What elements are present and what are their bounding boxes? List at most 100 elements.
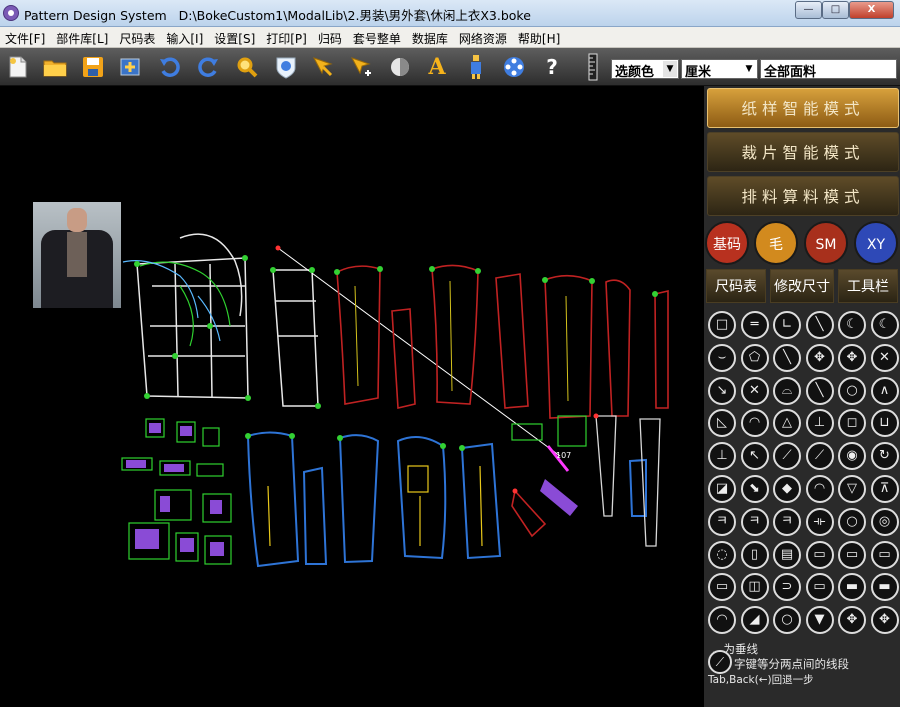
tool-button-56-icon[interactable]: ◢ xyxy=(740,606,769,635)
tool-button-47-icon[interactable]: ▭ xyxy=(838,540,866,569)
tab-toolbox[interactable]: 工具栏 xyxy=(838,269,898,303)
tool-button-59-icon[interactable]: ✥ xyxy=(838,606,866,635)
tool-button-1-icon[interactable]: □ xyxy=(708,311,736,339)
marker-calc-mode-button[interactable]: 排料算料模式 xyxy=(707,176,899,216)
open-folder-icon[interactable] xyxy=(42,54,68,80)
tool-button-14-icon[interactable]: ✕ xyxy=(740,376,769,405)
pattern-smart-mode-button[interactable]: 纸样智能模式 xyxy=(707,88,899,128)
pattern-canvas[interactable]: 107 xyxy=(0,86,703,707)
base-size-button[interactable]: 基码 xyxy=(705,221,749,265)
tool-button-20-icon[interactable]: ◠ xyxy=(740,409,769,438)
select-icon[interactable] xyxy=(348,54,374,80)
tool-button-46-icon[interactable]: ▭ xyxy=(805,540,834,569)
tool-button-25-icon[interactable]: ⊥ xyxy=(708,442,736,471)
tool-button-23-icon[interactable]: ◻ xyxy=(838,409,866,438)
unit-select[interactable]: 厘米 ▼ xyxy=(681,59,758,80)
tool-button-31-icon[interactable]: ◪ xyxy=(708,475,736,503)
tool-button-9-icon[interactable]: ╲ xyxy=(773,343,801,372)
tab-modify-size[interactable]: 修改尺寸 xyxy=(770,269,834,303)
tool-button-24-icon[interactable]: ⊔ xyxy=(870,409,899,438)
tool-button-58-icon[interactable]: ▼ xyxy=(805,606,834,635)
tool-button-49-icon[interactable]: ▭ xyxy=(708,573,736,602)
tool-button-11-icon[interactable]: ✥ xyxy=(838,343,866,372)
tool-button-41-icon[interactable]: ○ xyxy=(838,507,866,536)
close-button[interactable]: X xyxy=(849,1,894,19)
new-file-icon[interactable] xyxy=(5,54,31,80)
text-icon[interactable]: A xyxy=(424,54,450,80)
menu-help[interactable]: 帮助[H] xyxy=(513,27,566,47)
tool-button-19-icon[interactable]: ◺ xyxy=(708,409,736,438)
sm-button[interactable]: SM xyxy=(804,221,848,265)
shield-icon[interactable] xyxy=(273,54,299,80)
tool-button-4-icon[interactable]: ╲ xyxy=(805,311,834,339)
undo-icon[interactable] xyxy=(157,54,183,80)
tool-button-52-icon[interactable]: ▭ xyxy=(805,573,834,602)
xy-button[interactable]: XY xyxy=(854,221,898,265)
tool-button-34-icon[interactable]: ◠ xyxy=(805,475,834,503)
menu-settings[interactable]: 设置[S] xyxy=(209,27,261,47)
tool-button-54-icon[interactable]: ▬ xyxy=(870,573,899,602)
tool-button-5-icon[interactable]: ☾ xyxy=(838,311,866,339)
save-icon[interactable] xyxy=(80,54,106,80)
tool-button-26-icon[interactable]: ↖ xyxy=(740,442,769,471)
tool-button-29-icon[interactable]: ◉ xyxy=(838,442,866,471)
tool-button-40-icon[interactable]: ⟛ xyxy=(805,507,834,536)
tool-button-36-icon[interactable]: ⊼ xyxy=(870,475,899,503)
tool-button-10-icon[interactable]: ✥ xyxy=(805,343,834,372)
fabric-select[interactable]: 全部面料 xyxy=(760,59,897,80)
menu-file[interactable]: 文件[F] xyxy=(0,27,51,47)
color-select[interactable]: 选颜色 ▼ xyxy=(611,59,679,80)
minimize-button[interactable]: — xyxy=(795,1,822,19)
tool-button-8-icon[interactable]: ⬠ xyxy=(740,343,769,372)
tool-button-57-icon[interactable]: ○ xyxy=(773,606,801,635)
tool-button-21-icon[interactable]: △ xyxy=(773,409,801,438)
pointer-icon[interactable] xyxy=(310,54,336,80)
reel-icon[interactable] xyxy=(501,54,527,80)
tool-button-18-icon[interactable]: ∧ xyxy=(870,376,899,405)
tool-button-42-icon[interactable]: ◎ xyxy=(870,507,899,536)
menu-grading[interactable]: 归码 xyxy=(313,27,348,47)
maximize-button[interactable]: □ xyxy=(822,1,849,19)
tool-button-2-icon[interactable]: ═ xyxy=(740,311,769,339)
tool-button-13-icon[interactable]: ↘ xyxy=(708,376,736,405)
figure-icon[interactable] xyxy=(463,54,489,80)
tool-button-53-icon[interactable]: ▬ xyxy=(838,573,866,602)
line-tool-icon[interactable]: ⟋ xyxy=(708,650,732,674)
tool-button-37-icon[interactable]: ㅋ xyxy=(708,507,736,536)
tool-button-60-icon[interactable]: ✥ xyxy=(870,606,899,635)
tool-button-30-icon[interactable]: ↻ xyxy=(870,442,899,471)
tool-button-45-icon[interactable]: ▤ xyxy=(773,540,801,569)
tool-button-35-icon[interactable]: ▽ xyxy=(838,475,866,503)
tool-button-55-icon[interactable]: ◠ xyxy=(708,606,736,635)
seam-allowance-button[interactable]: 毛 xyxy=(754,221,798,265)
ruler-icon[interactable] xyxy=(580,53,606,81)
tool-button-32-icon[interactable]: ⬊ xyxy=(740,475,769,503)
add-piece-icon[interactable] xyxy=(118,54,144,80)
zoom-icon[interactable] xyxy=(234,54,260,80)
tool-button-33-icon[interactable]: ◆ xyxy=(773,475,801,503)
symmetry-icon[interactable] xyxy=(387,54,413,80)
tool-button-39-icon[interactable]: ㅋ xyxy=(773,507,801,536)
tool-button-12-icon[interactable]: ✕ xyxy=(870,343,899,372)
tool-button-22-icon[interactable]: ⊥ xyxy=(805,409,834,438)
redo-icon[interactable] xyxy=(195,54,221,80)
menu-network[interactable]: 网络资源 xyxy=(454,27,513,47)
tool-button-43-icon[interactable]: ◌ xyxy=(708,540,736,569)
tool-button-38-icon[interactable]: ㅋ xyxy=(740,507,769,536)
tool-button-44-icon[interactable]: ▯ xyxy=(740,540,769,569)
cutpiece-smart-mode-button[interactable]: 裁片智能模式 xyxy=(707,132,899,172)
tool-button-15-icon[interactable]: ⌓ xyxy=(773,376,801,405)
tool-button-48-icon[interactable]: ▭ xyxy=(870,540,899,569)
help-icon[interactable]: ? xyxy=(539,54,565,80)
tool-button-50-icon[interactable]: ◫ xyxy=(740,573,769,602)
tab-size-chart[interactable]: 尺码表 xyxy=(706,269,766,303)
menu-size-chart[interactable]: 尺码表 xyxy=(114,27,161,47)
menu-input[interactable]: 输入[I] xyxy=(161,27,209,47)
tool-button-51-icon[interactable]: ⊃ xyxy=(773,573,801,602)
menu-print[interactable]: 打印[P] xyxy=(261,27,313,47)
tool-button-16-icon[interactable]: ╲ xyxy=(805,376,834,405)
tool-button-6-icon[interactable]: ☾ xyxy=(870,311,899,339)
menu-database[interactable]: 数据库 xyxy=(407,27,454,47)
tool-button-17-icon[interactable]: ○ xyxy=(838,376,866,405)
tool-button-27-icon[interactable]: ⟋ xyxy=(773,442,801,471)
